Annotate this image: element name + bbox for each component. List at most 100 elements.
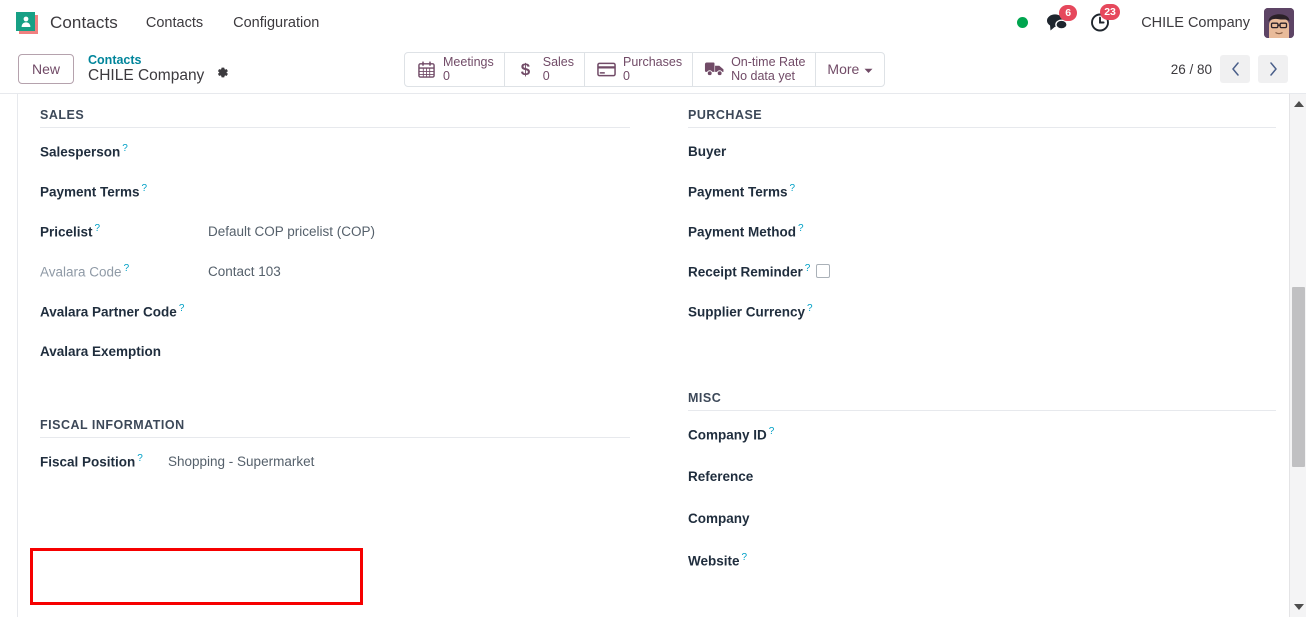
group-title-sales: SALES — [40, 108, 630, 128]
stat-label-purchases: Purchases — [623, 55, 683, 69]
stat-label-sales: Sales — [542, 55, 575, 69]
stat-button-purchases[interactable]: Purchases 0 — [585, 52, 694, 86]
label-text: Pricelist — [40, 224, 93, 240]
stat-text-sales: Sales 0 — [543, 55, 574, 83]
field-label-purchase-payment-terms: Payment Terms? — [688, 182, 856, 202]
field-label-payment-method: Payment Method? — [688, 222, 856, 242]
help-icon[interactable]: ? — [805, 263, 811, 274]
contacts-app-icon[interactable] — [16, 11, 38, 34]
stat-value-sales: 0 — [542, 69, 550, 83]
breadcrumb-parent-contacts[interactable]: Contacts — [88, 53, 229, 67]
field-buyer: Buyer — [688, 142, 1276, 168]
help-icon[interactable]: ? — [124, 263, 130, 274]
group-misc: MISC Company ID? Reference Company Websi… — [688, 391, 1276, 577]
field-supplier-currency: Supplier Currency? — [688, 302, 1276, 328]
form-sheet-wrapper: SALES Salesperson? Payment Terms? Pricel… — [0, 94, 1306, 617]
field-label-buyer: Buyer — [688, 142, 856, 161]
stat-button-ontime-rate[interactable]: On-time Rate No data yet — [693, 52, 817, 86]
user-avatar[interactable] — [1264, 7, 1294, 38]
stat-button-sales[interactable]: $ Sales 0 — [505, 52, 586, 86]
top-navbar: Contacts Contacts Configuration 6 23 CHI… — [0, 0, 1306, 45]
help-icon[interactable]: ? — [769, 426, 775, 437]
field-value-pricelist[interactable]: Default COP pricelist (COP) — [208, 222, 375, 241]
help-icon[interactable]: ? — [137, 453, 143, 464]
help-icon[interactable]: ? — [798, 223, 804, 234]
calendar-icon — [415, 60, 437, 78]
scrollbar-thumb[interactable] — [1292, 287, 1305, 467]
truck-icon — [703, 61, 725, 77]
field-avalara-partner-code: Avalara Partner Code? — [40, 302, 630, 328]
breadcrumb: Contacts CHILE Company — [88, 53, 229, 86]
scrollbar-down-arrow[interactable] — [1290, 599, 1306, 615]
pager-next-button[interactable] — [1258, 55, 1288, 83]
field-label-salesperson: Salesperson? — [40, 142, 208, 162]
field-label-avalara-code: Avalara Code? — [40, 262, 208, 282]
form-column-right: PURCHASE Buyer Payment Terms? Payment Me… — [658, 108, 1276, 617]
help-icon[interactable]: ? — [142, 183, 148, 194]
field-value-avalara-code[interactable]: Contact 103 — [208, 262, 281, 281]
help-icon[interactable]: ? — [179, 303, 185, 314]
stat-text-purchases: Purchases 0 — [623, 55, 682, 83]
help-icon[interactable]: ? — [122, 143, 128, 154]
stat-text-meetings: Meetings 0 — [443, 55, 494, 83]
field-company: Company — [688, 509, 1276, 535]
stat-button-more[interactable]: More — [816, 53, 884, 86]
new-button[interactable]: New — [18, 54, 75, 84]
field-company-id: Company ID? — [688, 425, 1276, 451]
scrollbar-up-arrow[interactable] — [1290, 96, 1306, 112]
field-label-website: Website? — [688, 551, 856, 571]
app-icon-face — [16, 11, 35, 31]
label-text: Payment Terms — [40, 184, 140, 200]
triangle-down-icon — [1293, 604, 1304, 610]
help-icon[interactable]: ? — [95, 223, 101, 234]
stat-text-ontime-rate: On-time Rate No data yet — [731, 55, 805, 83]
app-title: Contacts — [50, 12, 118, 32]
stat-value-purchases: 0 — [623, 69, 630, 83]
stat-buttons-group: Meetings 0 $ Sales 0 Purchases 0 On-time… — [404, 51, 886, 87]
label-text: Salesperson — [40, 144, 121, 160]
record-pager: 26 / 80 — [1171, 55, 1288, 83]
field-avalara-code: Avalara Code? Contact 103 — [40, 262, 630, 288]
menu-contacts[interactable]: Contacts — [144, 11, 205, 35]
field-purchase-payment-terms: Payment Terms? — [688, 182, 1276, 208]
field-label-reference: Reference — [688, 467, 856, 486]
chevron-right-icon — [1269, 62, 1277, 76]
gear-icon[interactable] — [216, 67, 229, 82]
label-text: Avalara Exemption — [40, 344, 162, 359]
pager-previous-button[interactable] — [1220, 55, 1250, 83]
more-label: More — [827, 61, 860, 77]
label-text: Company ID — [688, 427, 767, 443]
field-label-sales-payment-terms: Payment Terms? — [40, 182, 208, 202]
pager-count: 26 / 80 — [1170, 61, 1212, 77]
field-label-company-id: Company ID? — [688, 425, 856, 445]
field-label-pricelist: Pricelist? — [40, 222, 208, 242]
activities-button[interactable]: 23 — [1090, 4, 1120, 33]
online-status-dot — [1017, 17, 1029, 28]
activities-badge-count: 23 — [1100, 4, 1120, 20]
sheet-left-gutter — [0, 94, 18, 617]
help-icon[interactable]: ? — [742, 552, 748, 563]
stat-button-meetings[interactable]: Meetings 0 — [405, 52, 505, 86]
breadcrumb-current-record: CHILE Company — [88, 66, 205, 84]
stat-label-ontime-rate: On-time Rate — [731, 55, 806, 69]
field-label-supplier-currency: Supplier Currency? — [688, 302, 856, 322]
stat-value-meetings: 0 — [443, 69, 450, 83]
field-label-avalara-partner-code: Avalara Partner Code? — [40, 302, 208, 322]
help-icon[interactable]: ? — [807, 303, 813, 314]
messages-button[interactable]: 6 — [1046, 5, 1078, 32]
help-icon[interactable]: ? — [790, 183, 796, 194]
label-text: Avalara Code — [40, 264, 122, 280]
credit-card-icon — [595, 62, 617, 77]
receipt-reminder-checkbox[interactable] — [816, 264, 831, 278]
field-value-fiscal-position[interactable]: Shopping - Supermarket — [168, 452, 314, 471]
field-fiscal-position: Fiscal Position? Shopping - Supermarket — [40, 452, 630, 478]
vertical-scrollbar[interactable] — [1289, 94, 1306, 617]
company-switcher[interactable]: CHILE Company — [1141, 15, 1250, 31]
field-label-receipt-reminder: Receipt Reminder? — [688, 262, 810, 282]
menu-configuration[interactable]: Configuration — [231, 11, 321, 35]
group-title-misc: MISC — [688, 391, 1276, 411]
label-text: Payment Method — [688, 224, 797, 240]
chevron-down-icon — [864, 61, 873, 77]
field-label-fiscal-position: Fiscal Position? — [40, 452, 168, 472]
label-text: Payment Terms — [688, 184, 788, 200]
